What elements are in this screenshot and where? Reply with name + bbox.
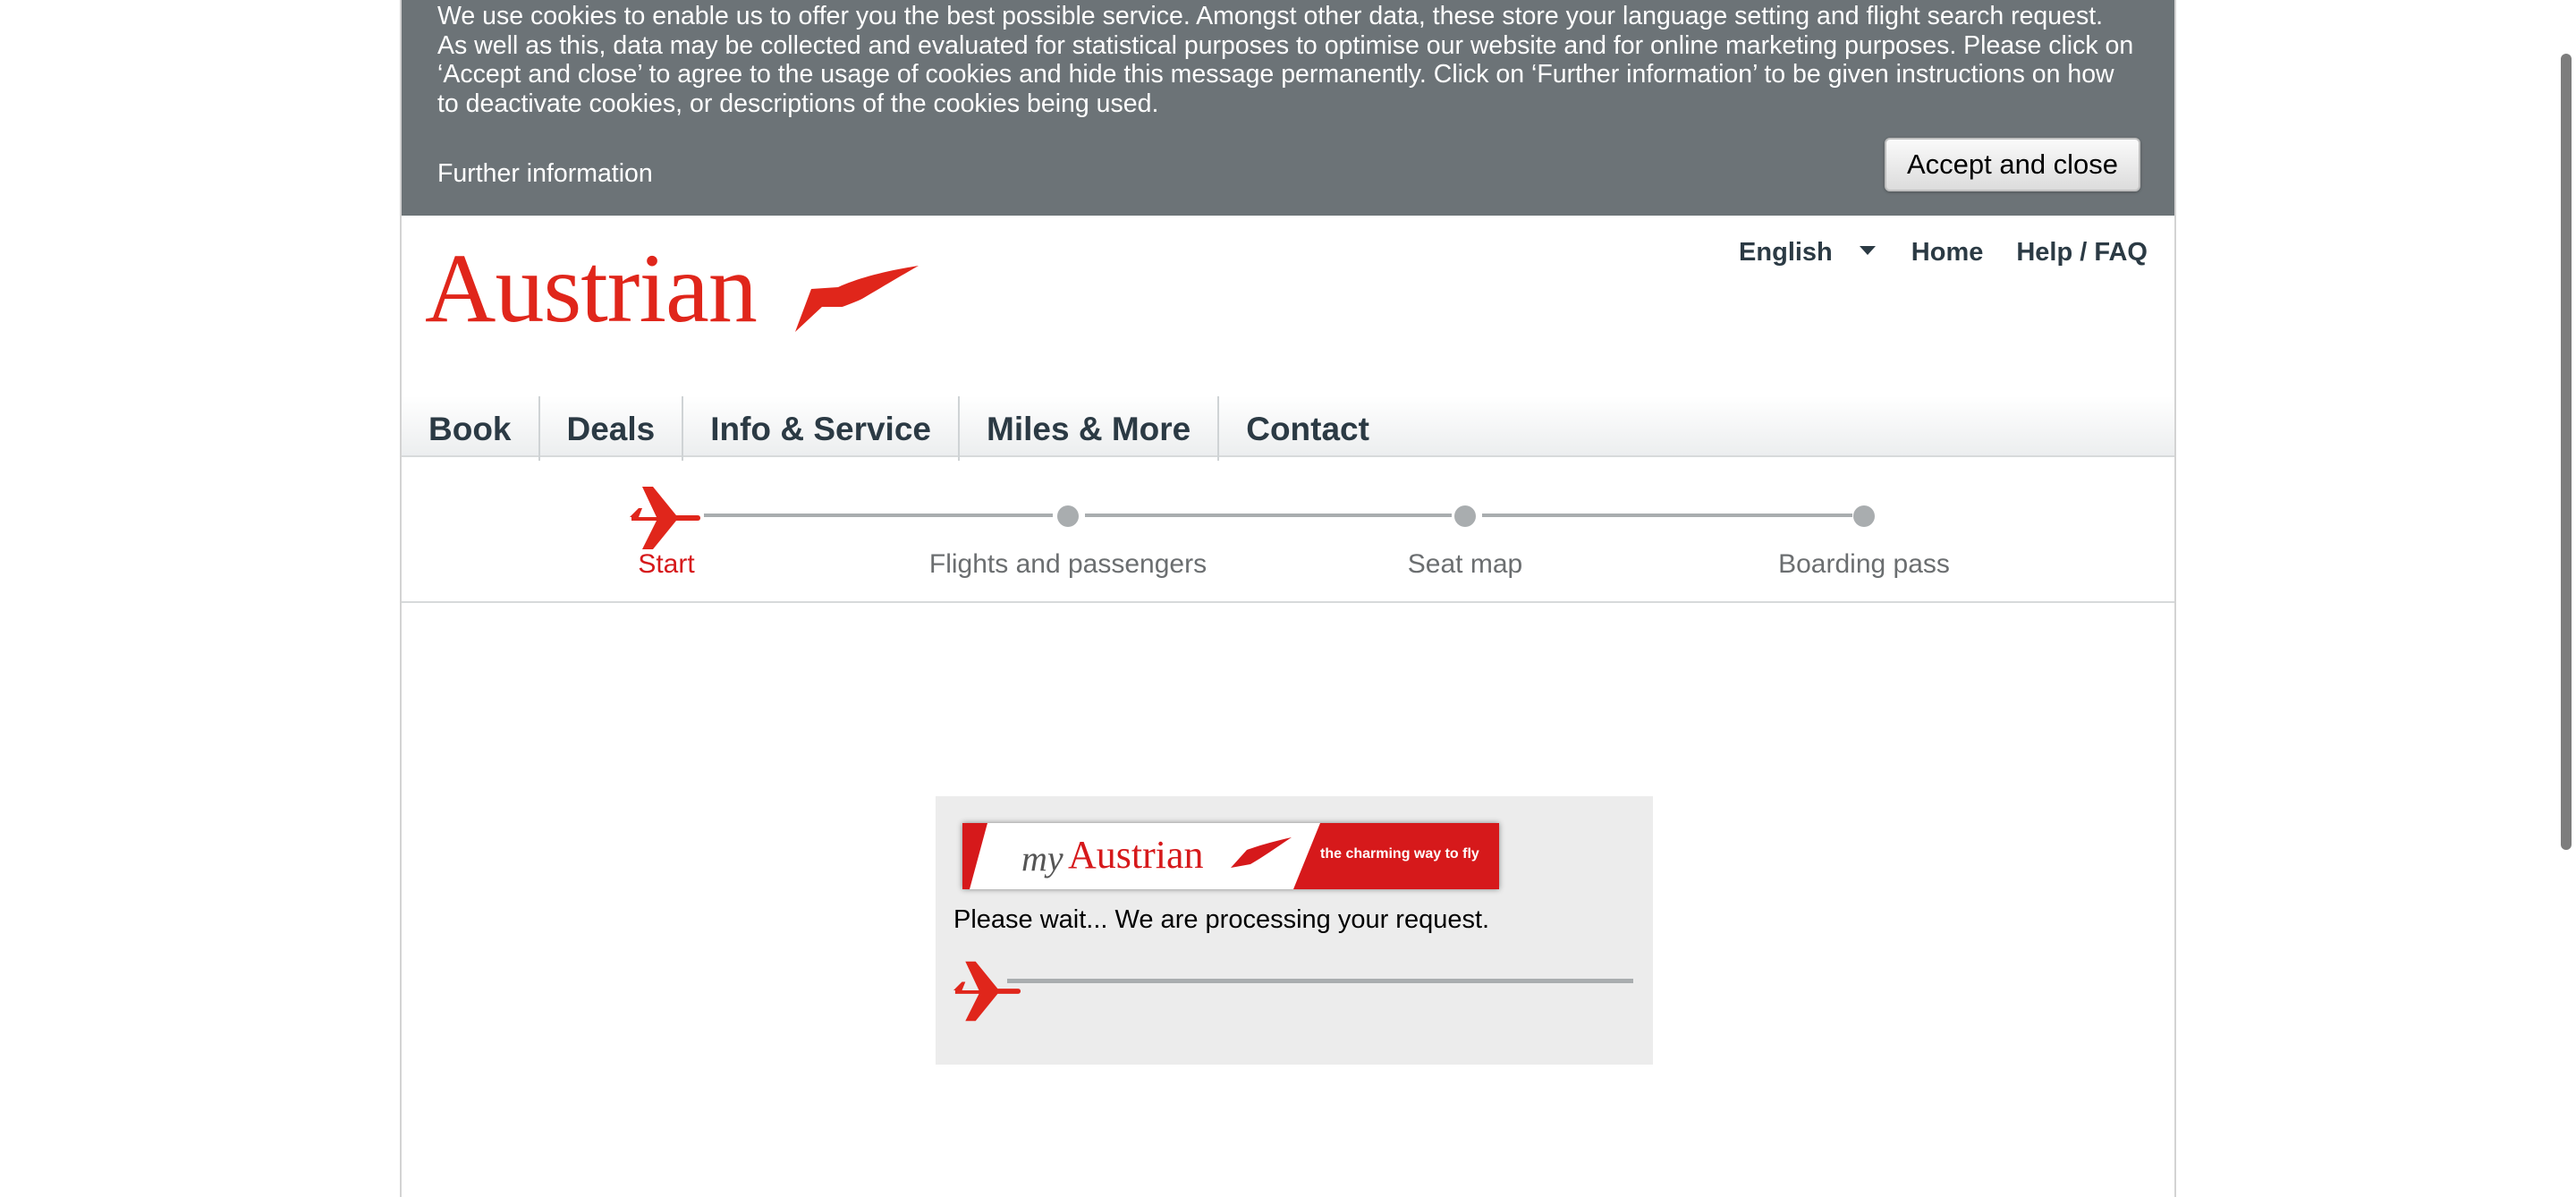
page-scrollbar[interactable] — [2561, 54, 2572, 850]
cookie-text: We use cookies to enable us to offer you… — [437, 2, 2134, 118]
step-dot — [1853, 505, 1875, 527]
meta-nav: English Home Help / FAQ — [1739, 238, 2148, 267]
banner-tagline: the charming way to fly — [1320, 846, 1479, 862]
language-selector[interactable]: English — [1739, 238, 1876, 267]
step-label-flights-passengers: Flights and passengers — [928, 549, 1208, 579]
loading-message: Please wait... We are processing your re… — [953, 905, 1490, 934]
further-information-link[interactable]: Further information — [437, 159, 653, 189]
step-label-boarding-pass: Boarding pass — [1778, 549, 1950, 579]
swoosh-logo-icon — [795, 266, 919, 332]
step-connector — [1482, 514, 1852, 517]
banner-my-text: my — [1021, 838, 1063, 879]
step-connector — [1085, 514, 1452, 517]
nav-item-contact[interactable]: Contact — [1219, 396, 1396, 461]
main-nav: Book Deals Info & Service Miles & More C… — [402, 396, 2174, 461]
loading-panel: my Austrian the charming way to fly Plea… — [936, 796, 1653, 1065]
chevron-down-icon — [1859, 245, 1876, 255]
step-label-seat-map: Seat map — [1407, 549, 1523, 579]
nav-item-book[interactable]: Book — [402, 396, 540, 461]
nav-item-info-service[interactable]: Info & Service — [683, 396, 960, 461]
step-connector — [704, 514, 1053, 517]
nav-item-deals[interactable]: Deals — [540, 396, 684, 461]
nav-item-miles-more[interactable]: Miles & More — [960, 396, 1220, 461]
austrian-logo[interactable]: Austrian — [425, 234, 758, 342]
step-dot — [1057, 505, 1079, 527]
step-dot — [1454, 505, 1476, 527]
language-label: English — [1739, 238, 1833, 267]
myaustrian-banner: my Austrian the charming way to fly — [962, 823, 1499, 889]
page-container: We use cookies to enable us to offer you… — [400, 0, 2176, 1197]
plane-icon — [953, 961, 1021, 1022]
plane-icon — [630, 487, 700, 549]
step-label-start: Start — [638, 549, 695, 579]
cookie-banner: We use cookies to enable us to offer you… — [402, 0, 2174, 216]
loading-progress — [953, 959, 1635, 1022]
help-faq-link[interactable]: Help / FAQ — [2016, 238, 2148, 267]
loading-track-line — [1007, 979, 1633, 983]
progress-stepper: Start Flights and passengers Seat map Bo… — [402, 456, 2174, 603]
home-link[interactable]: Home — [1911, 238, 1984, 267]
accept-and-close-button[interactable]: Accept and close — [1885, 138, 2140, 191]
banner-austrian-text: Austrian — [1068, 833, 1204, 877]
